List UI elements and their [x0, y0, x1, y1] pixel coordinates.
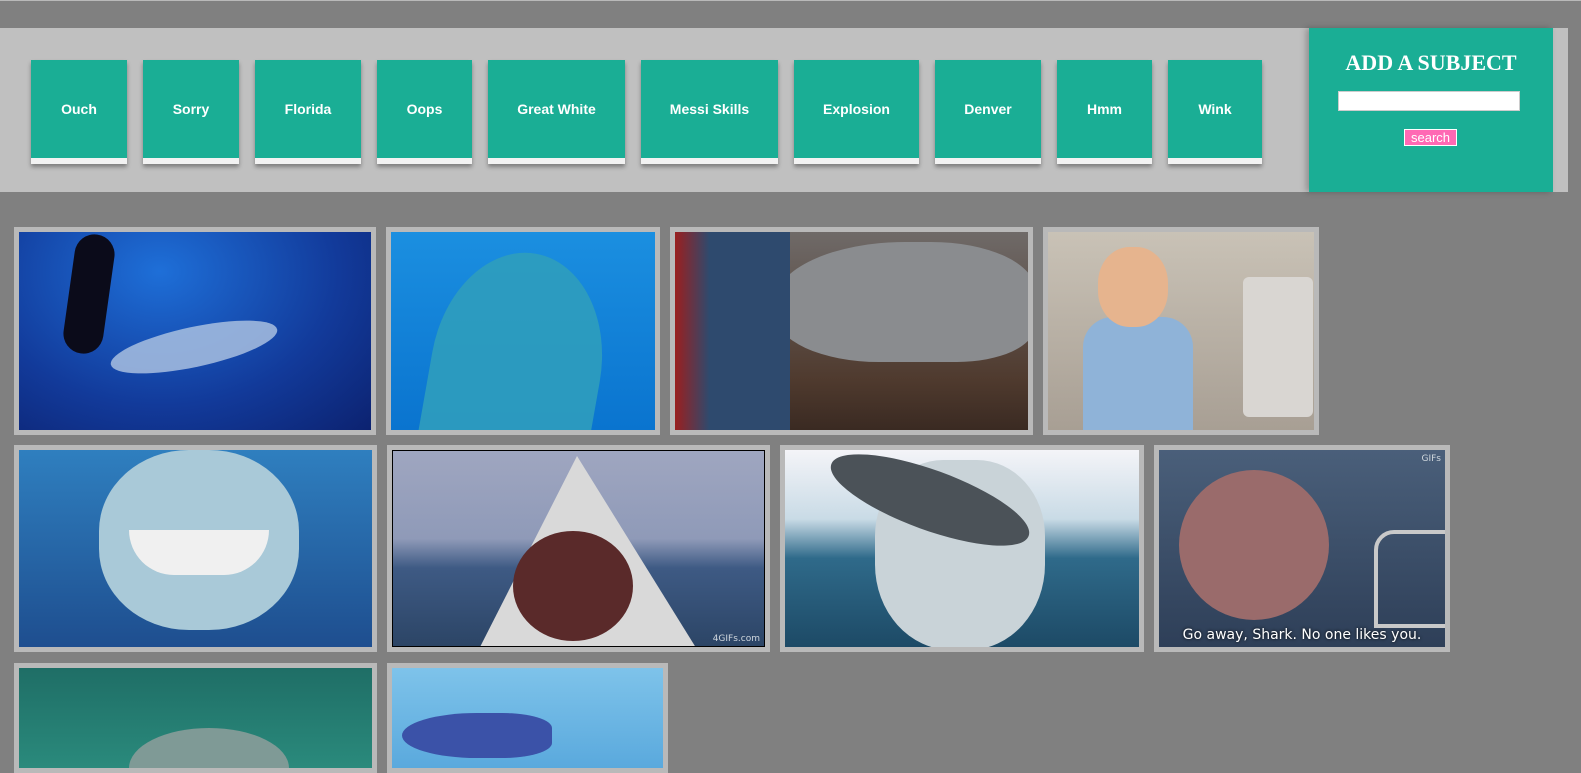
- subject-button-hmm[interactable]: Hmm: [1057, 60, 1152, 164]
- gif-watermark: GIFs: [1421, 454, 1442, 464]
- gif-tile[interactable]: [780, 445, 1144, 652]
- add-subject-panel: ADD A SUBJECT search: [1309, 28, 1553, 192]
- gif-image: [1048, 232, 1314, 430]
- gif-watermark: 4GIFs.com: [712, 634, 760, 644]
- gif-image: [391, 232, 655, 430]
- subject-button-wink[interactable]: Wink: [1168, 60, 1262, 164]
- gif-image: [19, 668, 372, 768]
- subject-input[interactable]: [1338, 91, 1520, 111]
- subject-button-oops[interactable]: Oops: [377, 60, 472, 164]
- gif-tile[interactable]: GIFs Go away, Shark. No one likes you.: [1154, 445, 1450, 652]
- gif-image: [19, 450, 372, 647]
- gif-image: [675, 232, 1028, 430]
- subject-button-denver[interactable]: Denver: [935, 60, 1041, 164]
- add-subject-title: ADD A SUBJECT: [1345, 50, 1517, 75]
- subject-button-messi-skills[interactable]: Messi Skills: [641, 60, 778, 164]
- subject-button-ouch[interactable]: Ouch: [31, 60, 127, 164]
- gif-image: [392, 668, 663, 768]
- gif-tile[interactable]: [1043, 227, 1319, 435]
- gif-tile[interactable]: [386, 227, 660, 435]
- gif-image: [19, 232, 371, 430]
- subject-button-florida[interactable]: Florida: [255, 60, 361, 164]
- top-divider: [0, 0, 1581, 1]
- gif-image: 4GIFs.com: [392, 450, 765, 647]
- gif-image: [785, 450, 1139, 647]
- search-button[interactable]: search: [1404, 129, 1457, 146]
- gif-tile[interactable]: [387, 663, 668, 773]
- subject-button-sorry[interactable]: Sorry: [143, 60, 239, 164]
- gif-image: GIFs Go away, Shark. No one likes you.: [1159, 450, 1445, 647]
- gif-tile[interactable]: 4GIFs.com: [387, 445, 770, 652]
- gif-tile[interactable]: [14, 227, 376, 435]
- subject-button-great-white[interactable]: Great White: [488, 60, 625, 164]
- header-bar: Ouch Sorry Florida Oops Great White Mess…: [0, 28, 1568, 192]
- subject-button-explosion[interactable]: Explosion: [794, 60, 919, 164]
- gif-tile[interactable]: [14, 445, 377, 652]
- gif-tile[interactable]: [14, 663, 377, 773]
- gif-tile[interactable]: [670, 227, 1033, 435]
- gif-caption: Go away, Shark. No one likes you.: [1182, 627, 1422, 643]
